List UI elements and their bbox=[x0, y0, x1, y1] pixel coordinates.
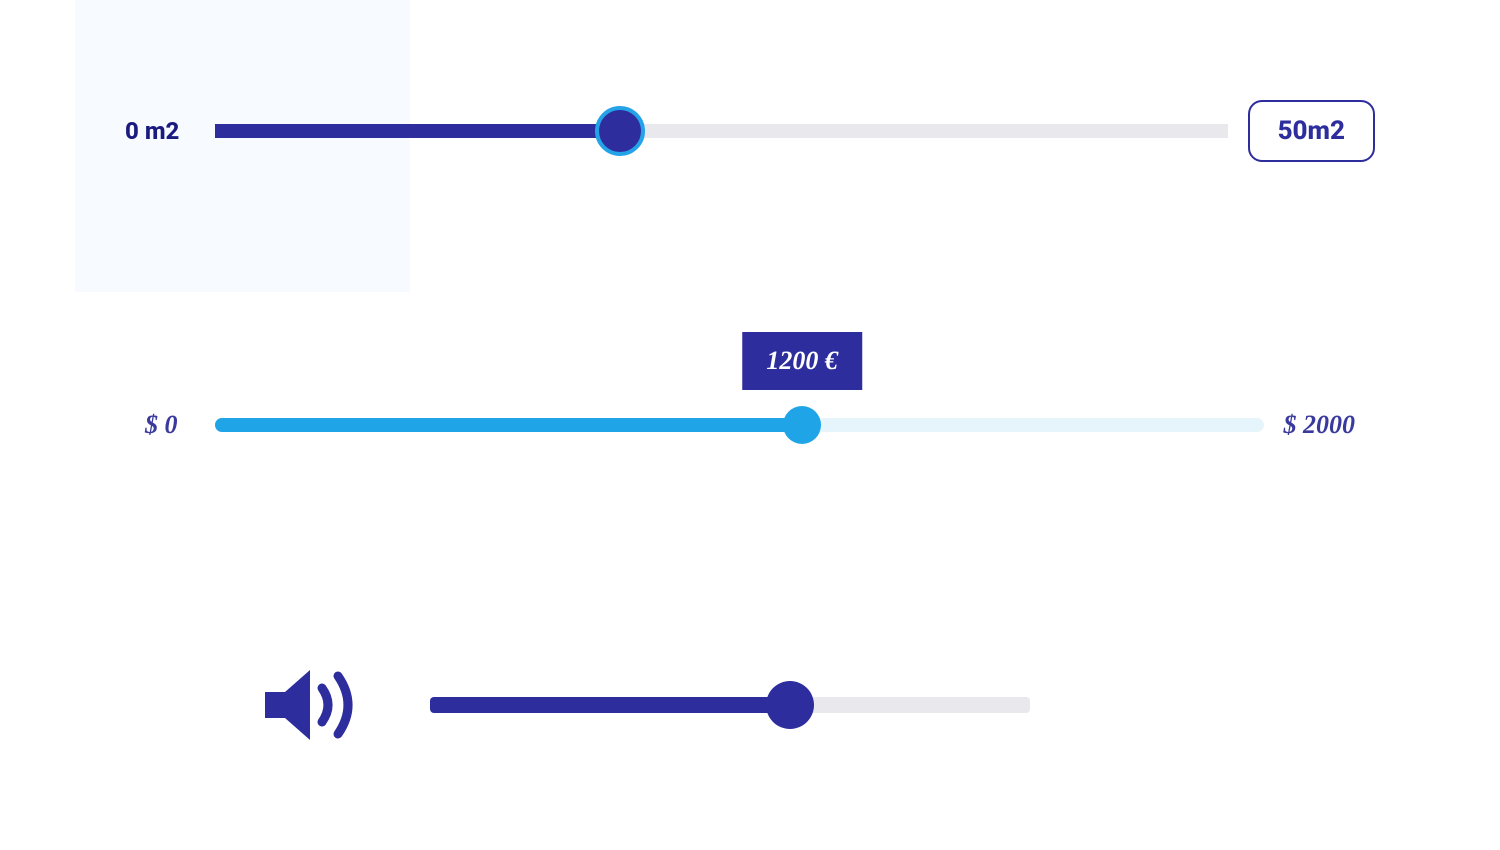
volume-icon bbox=[260, 660, 370, 750]
volume-slider-thumb[interactable] bbox=[766, 681, 814, 729]
price-tooltip: 1200 € bbox=[742, 332, 862, 390]
volume-slider-track[interactable] bbox=[430, 697, 1030, 713]
area-min-label: 0 m2 bbox=[125, 117, 195, 145]
area-slider-track[interactable] bbox=[215, 124, 1228, 138]
area-slider-thumb[interactable] bbox=[595, 106, 645, 156]
area-slider-container: 0 m2 50m2 bbox=[125, 100, 1375, 162]
area-slider-fill bbox=[215, 124, 620, 138]
volume-slider-fill bbox=[430, 697, 790, 713]
price-slider-fill bbox=[215, 418, 802, 432]
price-slider-container: $ 0 1200 € $ 2000 bbox=[145, 410, 1355, 440]
price-slider-track[interactable]: 1200 € bbox=[215, 418, 1264, 432]
volume-slider-container bbox=[260, 660, 1030, 750]
area-value-box[interactable]: 50m2 bbox=[1248, 100, 1375, 162]
price-min-label: $ 0 bbox=[145, 410, 195, 440]
price-slider-thumb[interactable] bbox=[783, 406, 821, 444]
price-max-label: $ 2000 bbox=[1284, 410, 1356, 440]
